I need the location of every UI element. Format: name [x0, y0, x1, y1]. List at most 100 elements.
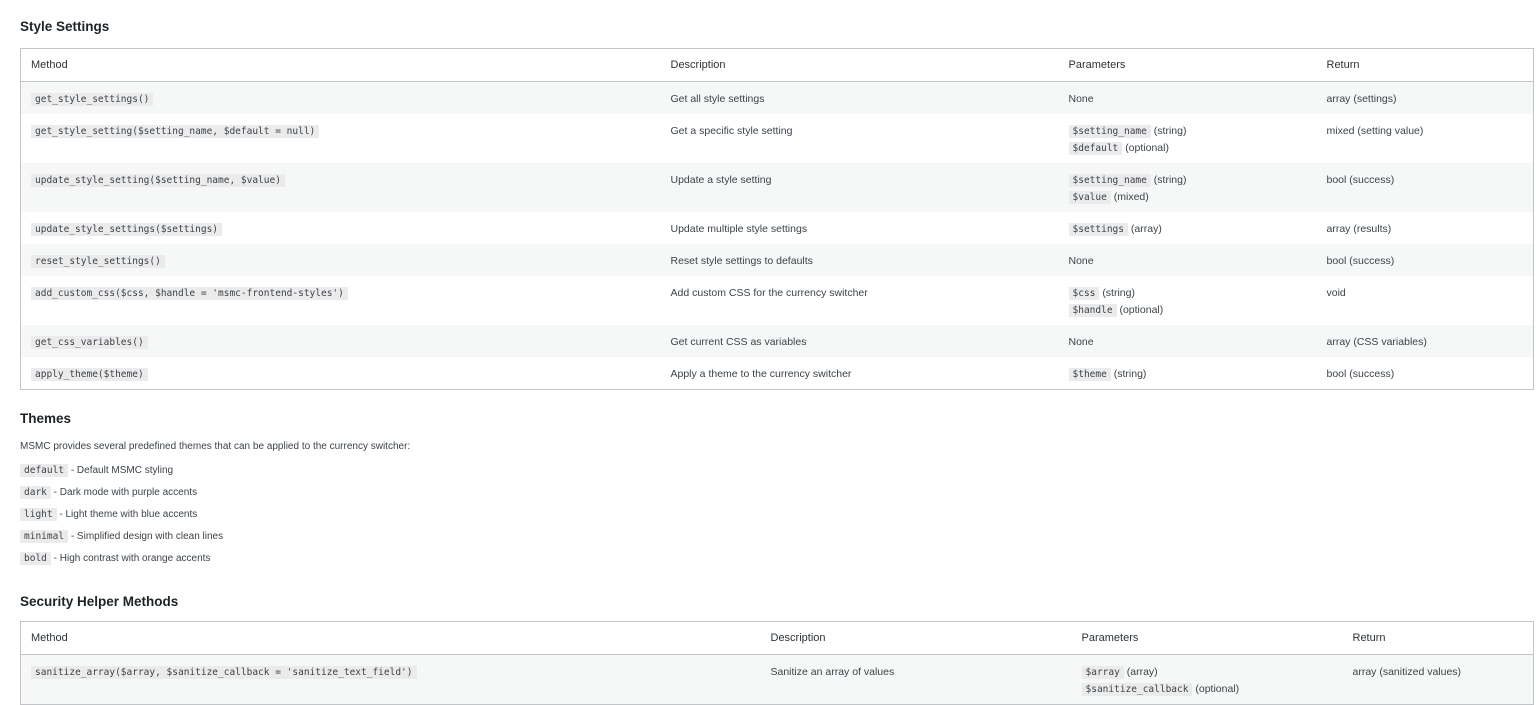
- parameter-name: $value: [1068, 191, 1111, 204]
- parameter-line: $settings (array): [1068, 221, 1307, 238]
- parameter-line: $theme (string): [1068, 366, 1307, 383]
- theme-item: light - Light theme with blue accents: [20, 507, 223, 529]
- parameter-type: (string): [1113, 368, 1147, 380]
- theme-item: default - Default MSMC styling: [20, 463, 223, 485]
- table-header-row: Method Description Parameters Return: [20, 621, 1534, 655]
- method-cell: add_custom_css($css, $handle = 'msmc-fro…: [20, 276, 661, 325]
- themes-intro: MSMC provides several predefined themes …: [20, 441, 411, 452]
- description-cell: Apply a theme to the currency switcher: [660, 357, 1059, 390]
- table-row: get_style_setting($setting_name, $defaul…: [20, 114, 1534, 163]
- parameter-type: (optional): [1119, 304, 1164, 316]
- theme-item: dark - Dark mode with purple accents: [20, 485, 223, 507]
- method-cell: apply_theme($theme): [20, 357, 661, 390]
- method-signature: get_style_settings(): [31, 93, 154, 106]
- column-header-description: Description: [760, 621, 1072, 655]
- table-row: get_css_variables() Get current CSS as va…: [20, 325, 1534, 357]
- description-cell: Reset style settings to defaults: [660, 244, 1059, 276]
- theme-code: dark: [20, 486, 51, 499]
- return-cell: bool (success): [1316, 244, 1534, 276]
- theme-code: bold: [20, 552, 51, 565]
- return-cell: bool (success): [1316, 357, 1534, 390]
- style-settings-rows: get_style_settings() Get all style settin…: [20, 81, 1534, 390]
- table-row: update_style_setting($setting_name, $val…: [20, 163, 1534, 212]
- theme-code: minimal: [20, 530, 69, 543]
- method-cell: get_css_variables(): [20, 325, 661, 357]
- method-signature: update_style_settings($settings): [31, 223, 223, 236]
- method-cell: reset_style_settings(): [20, 244, 661, 276]
- parameter-type: (optional): [1125, 142, 1169, 154]
- parameter-line: $css (string): [1068, 285, 1307, 302]
- column-header-method: Method: [20, 48, 661, 82]
- parameter-name: $sanitize_callback: [1081, 683, 1193, 696]
- table-header-row: Method Description Parameters Return: [20, 48, 1534, 82]
- table-row: reset_style_settings() Reset style settin…: [20, 244, 1534, 276]
- table-row: add_custom_css($css, $handle = 'msmc-fro…: [20, 276, 1534, 325]
- security-helper-table: Method Description Parameters Return san…: [20, 621, 1534, 705]
- return-cell: bool (success): [1316, 163, 1534, 212]
- theme-item: minimal - Simplified design with clean l…: [20, 529, 223, 551]
- description-cell: Update a style setting: [660, 163, 1059, 212]
- method-signature: apply_theme($theme): [31, 368, 148, 381]
- themes-heading: Themes: [20, 411, 72, 426]
- style-settings-table: Method Description Parameters Return get…: [20, 48, 1534, 390]
- parameters-cell: $settings (array): [1058, 212, 1317, 244]
- parameter-name: $array: [1081, 666, 1124, 679]
- parameters-cell: None: [1058, 81, 1317, 114]
- description-cell: Get current CSS as variables: [660, 325, 1059, 357]
- parameter-name: $css: [1068, 287, 1100, 300]
- parameter-name: $setting_name: [1068, 125, 1151, 138]
- column-header-return: Return: [1316, 48, 1534, 82]
- parameter-line: $array (array): [1081, 664, 1333, 681]
- column-header-parameters: Parameters: [1058, 48, 1317, 82]
- method-cell: get_style_setting($setting_name, $defaul…: [20, 114, 661, 163]
- method-cell: update_style_settings($settings): [20, 212, 661, 244]
- parameters-cell: None: [1058, 325, 1317, 357]
- parameter-name: $theme: [1068, 368, 1111, 381]
- column-header-method: Method: [20, 621, 761, 655]
- parameter-line: $default (optional): [1068, 140, 1307, 157]
- return-cell: mixed (setting value): [1316, 114, 1534, 163]
- method-cell: update_style_setting($setting_name, $val…: [20, 163, 661, 212]
- parameter-type: (string): [1153, 174, 1187, 186]
- parameter-name: $default: [1068, 142, 1123, 155]
- method-signature: update_style_setting($setting_name, $val…: [31, 174, 285, 187]
- parameter-line: $handle (optional): [1068, 302, 1307, 319]
- description-cell: Add custom CSS for the currency switcher: [660, 276, 1059, 325]
- column-header-return: Return: [1342, 621, 1534, 655]
- method-signature: add_custom_css($css, $handle = 'msmc-fro…: [31, 287, 348, 300]
- column-header-parameters: Parameters: [1071, 621, 1343, 655]
- parameter-line: $sanitize_callback (optional): [1081, 681, 1333, 698]
- parameter-name: $handle: [1068, 304, 1117, 317]
- style-settings-heading: Style Settings: [20, 19, 110, 34]
- method-cell: get_style_settings(): [20, 81, 661, 114]
- method-signature: get_style_setting($setting_name, $defaul…: [31, 125, 320, 138]
- description-cell: Get a specific style setting: [660, 114, 1059, 163]
- return-cell: array (results): [1316, 212, 1534, 244]
- theme-description: - Simplified design with clean lines: [70, 531, 224, 542]
- return-cell: array (CSS variables): [1316, 325, 1534, 357]
- method-cell: sanitize_array($array, $sanitize_callbac…: [20, 654, 761, 705]
- parameter-line: $setting_name (string): [1068, 172, 1307, 189]
- description-cell: Update multiple style settings: [660, 212, 1059, 244]
- parameter-type: (string): [1102, 287, 1135, 299]
- theme-description: - Light theme with blue accents: [59, 509, 198, 520]
- theme-description: - Default MSMC styling: [70, 465, 174, 476]
- method-signature: get_css_variables(): [31, 336, 148, 349]
- parameter-type: (optional): [1195, 683, 1240, 695]
- method-signature: sanitize_array($array, $sanitize_callbac…: [31, 666, 417, 679]
- parameter-line: $value (mixed): [1068, 189, 1307, 206]
- theme-description: - High contrast with orange accents: [53, 553, 211, 564]
- return-cell: array (sanitized values): [1342, 654, 1534, 705]
- description-cell: Sanitize an array of values: [760, 654, 1072, 705]
- table-row: sanitize_array($array, $sanitize_callbac…: [20, 654, 1534, 705]
- return-cell: void: [1316, 276, 1534, 325]
- parameters-cell: $theme (string): [1058, 357, 1317, 390]
- theme-code: default: [20, 464, 69, 477]
- table-row: update_style_settings($settings) Update m…: [20, 212, 1534, 244]
- column-header-description: Description: [660, 48, 1059, 82]
- theme-code: light: [20, 508, 57, 521]
- description-cell: Get all style settings: [660, 81, 1059, 114]
- parameter-type: (string): [1153, 125, 1187, 137]
- table-row: apply_theme($theme) Apply a theme to the …: [20, 357, 1534, 390]
- parameters-cell: $setting_name (string) $default (optional…: [1058, 114, 1317, 163]
